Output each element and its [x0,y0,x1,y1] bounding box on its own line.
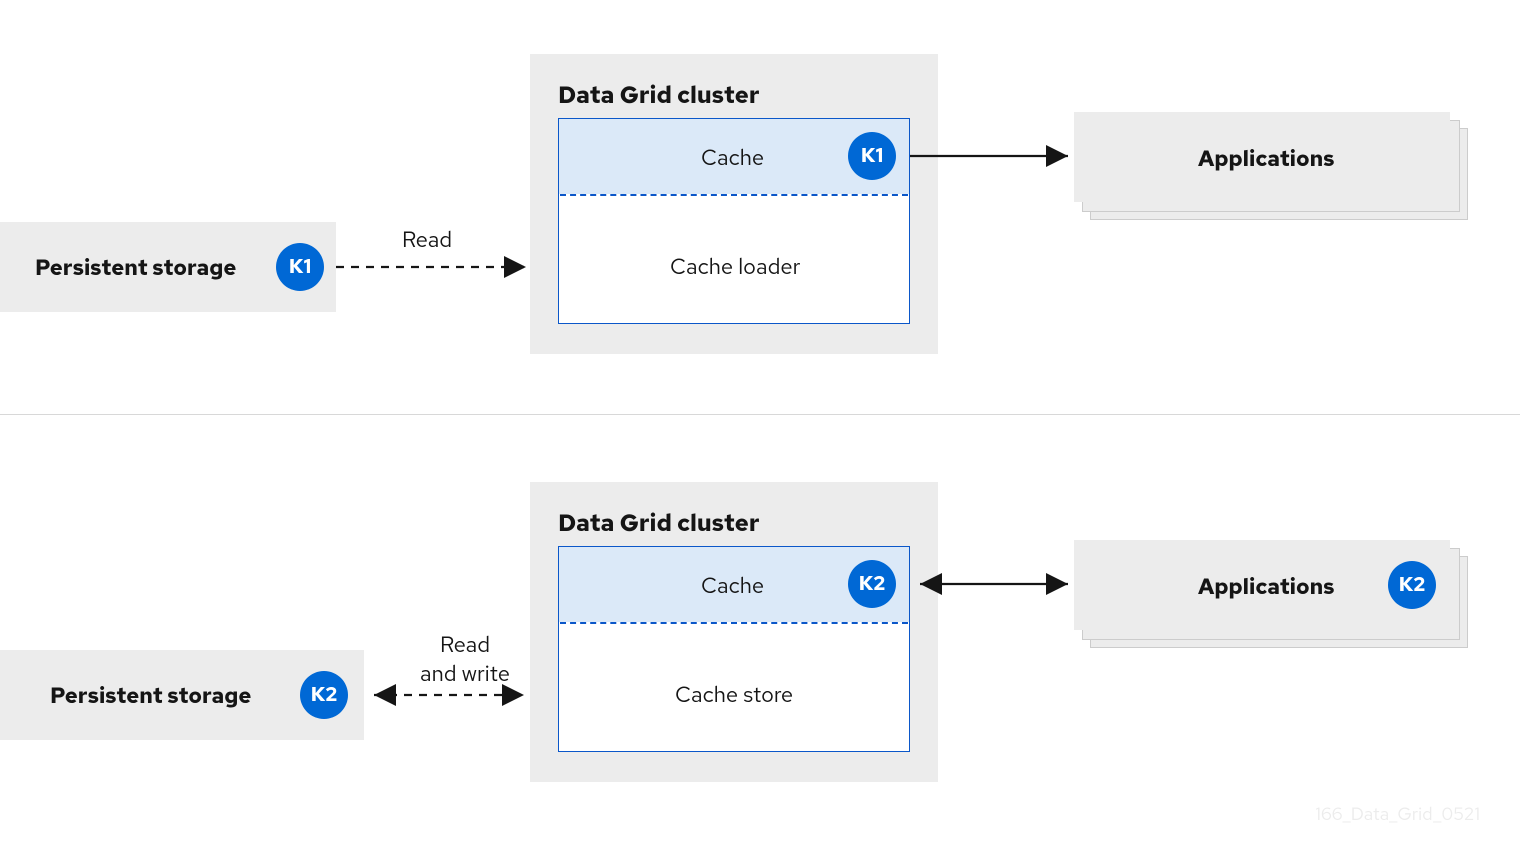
applications-label-bottom: Applications [1198,572,1334,601]
cache-loader-label-top: Cache loader [670,252,800,281]
persistent-storage-top-label: Persistent storage [35,253,236,282]
storage-key-bottom: K2 [300,671,348,719]
applications-label-top: Applications [1198,144,1334,173]
rw-label-line2: and write [420,659,510,688]
storage-key-top: K1 [276,243,324,291]
rw-label-line1: Read [440,630,490,659]
read-label-top: Read [402,225,452,254]
read-arrow-top [336,255,536,285]
rw-label-bottom: Read and write [410,630,520,688]
cluster-title-top: Data Grid cluster [558,80,759,111]
cluster-title-bottom: Data Grid cluster [558,508,759,539]
section-divider [0,414,1520,415]
app-arrow-bottom [910,574,1080,604]
cache-store-label-bottom: Cache store [675,680,793,709]
persistent-storage-bottom-label: Persistent storage [50,681,251,710]
cache-label-bottom: Cache [701,571,764,600]
app-arrow-top [910,146,1080,176]
cache-divider-bottom [560,622,908,624]
applications-key-bottom: K2 [1388,561,1436,609]
cache-divider-top [560,194,908,196]
cache-label-top: Cache [701,143,764,172]
diagram-canvas: Persistent storage K1 Read Data Grid clu… [0,0,1520,842]
watermark-text: 166_Data_Grid_0521 [1315,803,1480,826]
cache-key-top: K1 [848,132,896,180]
cache-key-bottom: K2 [848,560,896,608]
